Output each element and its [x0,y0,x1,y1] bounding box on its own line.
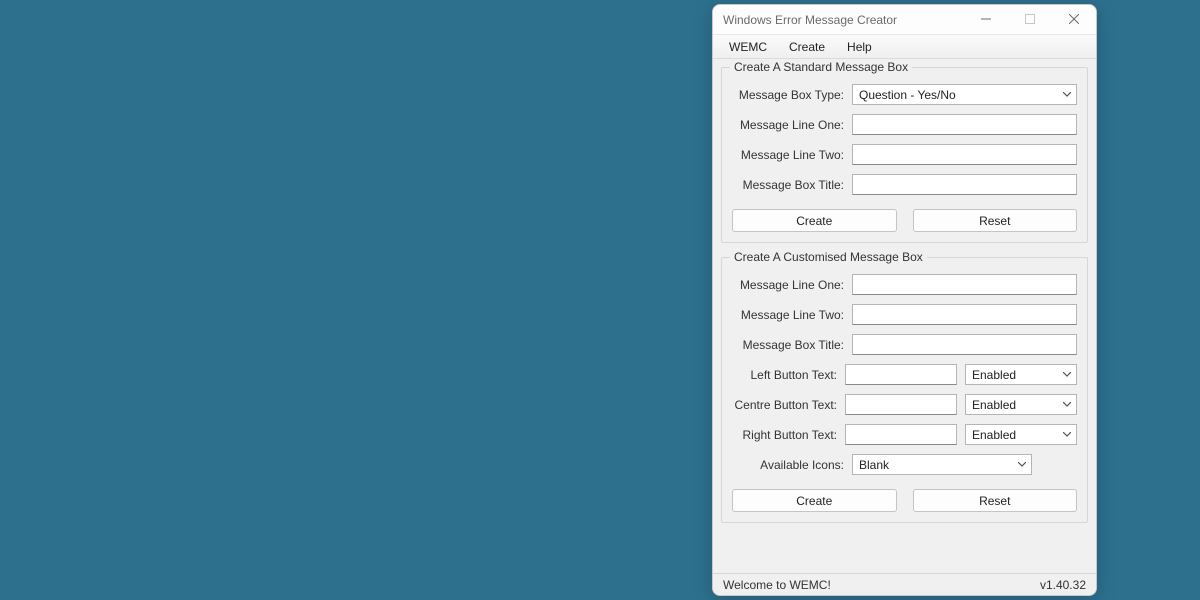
label-cust-line2: Message Line Two: [732,308,844,322]
input-std-title[interactable] [852,174,1077,195]
row-std-line2: Message Line Two: [732,144,1077,165]
label-cust-line1: Message Line One: [732,278,844,292]
label-std-title: Message Box Title: [732,178,844,192]
input-cust-title[interactable] [852,334,1077,355]
label-type: Message Box Type: [732,88,844,102]
cust-reset-button[interactable]: Reset [913,489,1078,512]
select-left-button-state[interactable]: Enabled [965,364,1077,385]
group-standard-legend: Create A Standard Message Box [730,60,912,74]
std-reset-button[interactable]: Reset [913,209,1078,232]
cust-button-row: Create Reset [732,489,1077,512]
row-type: Message Box Type: Question - Yes/No [732,84,1077,105]
status-version: v1.40.32 [1040,578,1086,592]
chevron-down-icon [1062,370,1072,380]
group-standard: Create A Standard Message Box Message Bo… [721,67,1088,243]
chevron-down-icon [1062,90,1072,100]
group-custom-legend: Create A Customised Message Box [730,250,927,264]
close-button[interactable] [1052,5,1096,34]
select-value: Enabled [972,428,1016,442]
label-icons: Available Icons: [732,458,844,472]
statusbar: Welcome to WEMC! v1.40.32 [713,573,1096,595]
select-value: Question - Yes/No [859,88,956,102]
close-icon [1069,13,1079,27]
window-controls [964,5,1096,34]
minimize-icon [981,13,991,27]
chevron-down-icon [1017,460,1027,470]
std-button-row: Create Reset [732,209,1077,232]
label-centre-button: Centre Button Text: [732,398,837,412]
row-centre-button: Centre Button Text: Enabled [732,394,1077,415]
select-value: Enabled [972,398,1016,412]
row-right-button: Right Button Text: Enabled [732,424,1077,445]
input-right-button-text[interactable] [845,424,957,445]
select-value: Blank [859,458,889,472]
label-cust-title: Message Box Title: [732,338,844,352]
row-icons: Available Icons: Blank [732,454,1077,475]
maximize-button [1008,5,1052,34]
menu-create[interactable]: Create [779,37,835,57]
label-left-button: Left Button Text: [732,368,837,382]
minimize-button[interactable] [964,5,1008,34]
status-message: Welcome to WEMC! [723,578,831,592]
content: Create A Standard Message Box Message Bo… [713,59,1096,573]
input-std-line1[interactable] [852,114,1077,135]
label-right-button: Right Button Text: [732,428,837,442]
select-right-button-state[interactable]: Enabled [965,424,1077,445]
input-cust-line1[interactable] [852,274,1077,295]
label-std-line1: Message Line One: [732,118,844,132]
menu-wemc[interactable]: WEMC [719,37,777,57]
input-std-line2[interactable] [852,144,1077,165]
label-std-line2: Message Line Two: [732,148,844,162]
row-cust-title: Message Box Title: [732,334,1077,355]
select-centre-button-state[interactable]: Enabled [965,394,1077,415]
row-cust-line1: Message Line One: [732,274,1077,295]
row-std-title: Message Box Title: [732,174,1077,195]
input-left-button-text[interactable] [845,364,957,385]
chevron-down-icon [1062,430,1072,440]
select-message-box-type[interactable]: Question - Yes/No [852,84,1077,105]
input-centre-button-text[interactable] [845,394,957,415]
cust-create-button[interactable]: Create [732,489,897,512]
titlebar: Windows Error Message Creator [713,5,1096,35]
std-create-button[interactable]: Create [732,209,897,232]
chevron-down-icon [1062,400,1072,410]
row-std-line1: Message Line One: [732,114,1077,135]
maximize-icon [1025,13,1035,27]
menu-help[interactable]: Help [837,37,882,57]
input-cust-line2[interactable] [852,304,1077,325]
menubar: WEMC Create Help [713,35,1096,59]
app-window: Windows Error Message Creator WEMC Creat… [712,4,1097,596]
window-title: Windows Error Message Creator [723,13,897,27]
row-left-button: Left Button Text: Enabled [732,364,1077,385]
select-value: Enabled [972,368,1016,382]
select-available-icons[interactable]: Blank [852,454,1032,475]
row-cust-line2: Message Line Two: [732,304,1077,325]
group-custom: Create A Customised Message Box Message … [721,257,1088,523]
